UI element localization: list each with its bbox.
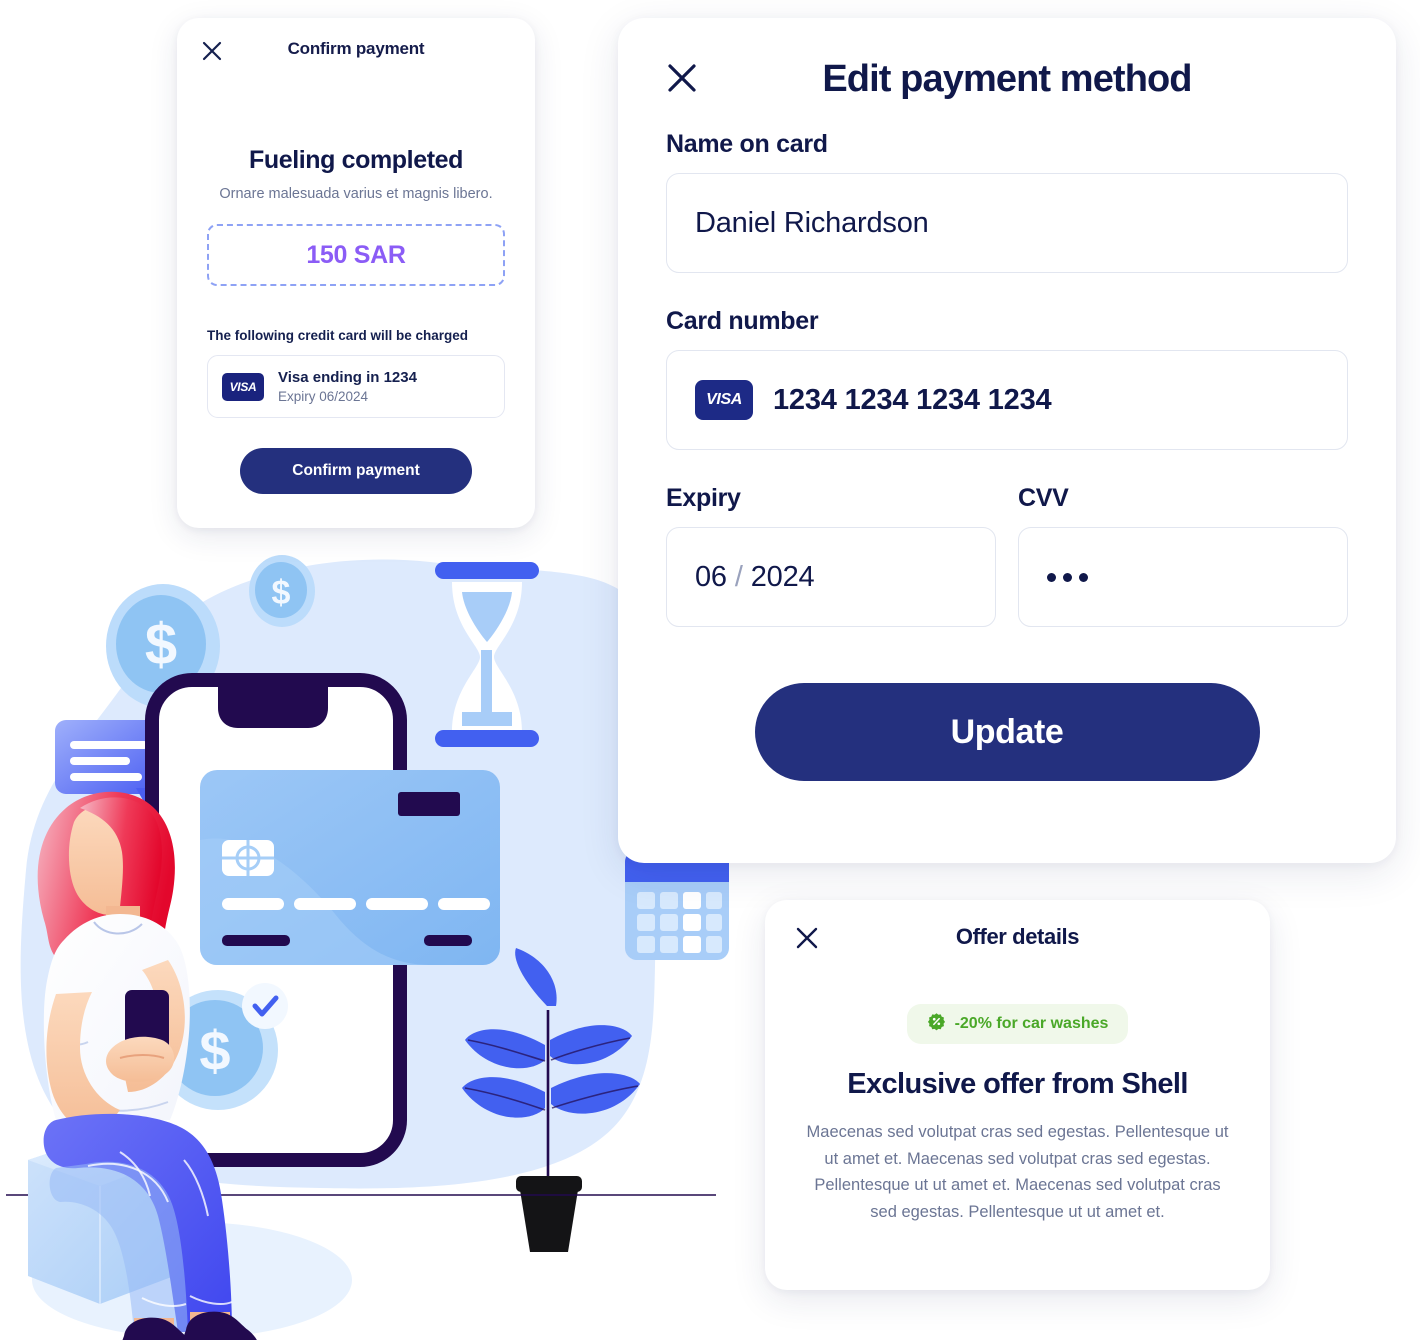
cvv-dot [1079,572,1088,582]
expiry-year: 2024 [750,560,815,593]
svg-text:$: $ [272,574,291,612]
confirm-payment-heading: Fueling completed [248,146,464,174]
name-on-card-value: Daniel Richardson [695,206,929,239]
saved-card-expiry: Expiry 06/2024 [278,389,369,404]
screen-root: $ $ $ Confirm payment Fueling completed … [0,0,1420,1340]
name-on-card-input[interactable]: Daniel Richardson [666,173,1348,273]
edit-payment-form: Name on card Daniel Richardson Card numb… [618,130,1396,781]
amount-display: 150 SAR [207,224,505,286]
offer-details-body-text: Maecenas sed volutpat cras sed egestas. … [806,1123,1229,1222]
edit-payment-header: Edit payment method [618,18,1396,130]
expiry-separator: / [734,560,743,593]
update-button[interactable]: Update [754,683,1260,781]
name-on-card-label: Name on card [666,130,828,158]
svg-text:$: $ [199,1019,230,1082]
name-on-card-field-group: Name on card Daniel Richardson [666,130,1348,273]
cvv-label: CVV [1018,484,1069,512]
expiry-label: Expiry [666,484,741,512]
cvv-masked-value [1047,572,1088,582]
cvv-dot [1047,572,1056,582]
visa-logo-icon: VISA [222,372,264,401]
edit-payment-method-dialog: Edit payment method Name on card Daniel … [618,18,1396,863]
discount-percent-icon [927,1012,946,1036]
card-number-label: Card number [666,307,819,335]
amount-value: 150 SAR [306,240,406,269]
expiry-cvv-row: Expiry 06/2024 CVV [666,484,1348,627]
expiry-field-group: Expiry 06/2024 [666,484,996,627]
confirm-payment-body: Fueling completed Ornare malesuada variu… [177,80,535,494]
visa-logo-icon: VISA [695,380,753,420]
visa-logo-text: VISA [706,391,742,408]
card-number-value: 1234 1234 1234 1234 [773,383,1052,416]
confirm-payment-title: Confirm payment [287,39,425,58]
offer-details-dialog: Offer details -20% for car washes Exclus… [765,900,1270,1290]
expiry-input[interactable]: 06/2024 [666,527,996,627]
expiry-value: 06/2024 [695,560,815,594]
confirm-payment-dialog: Confirm payment Fueling completed Ornare… [177,18,535,528]
status-badge: -20% for car washes [906,1004,1129,1044]
saved-card-primary: Visa ending in 1234 [278,369,417,386]
card-chip-icon [222,840,274,876]
edit-payment-title: Edit payment method [822,58,1192,100]
cvv-input[interactable] [1018,527,1348,627]
dollar-coin-small-icon: $ [249,555,315,627]
expiry-month: 06 [695,560,727,593]
card-number-input[interactable]: VISA 1234 1234 1234 1234 [666,350,1348,450]
offer-details-title: Offer details [955,924,1080,949]
saved-card-text: Visa ending in 1234 Expiry 06/2024 [278,369,417,404]
confirm-payment-button[interactable]: Confirm payment [240,448,472,494]
cvv-field-group: CVV [1018,484,1348,627]
svg-text:$: $ [145,612,177,677]
offer-details-heading: Exclusive offer from Shell [847,1068,1188,1100]
cvv-dot [1063,572,1072,582]
offer-badge-text: -20% for car washes [954,1015,1109,1032]
credit-card-icon [200,770,500,965]
saved-card-row[interactable]: VISA Visa ending in 1234 Expiry 06/2024 [207,355,505,418]
offer-details-body: -20% for car washes Exclusive offer from… [765,972,1270,1226]
visa-logo-text: VISA [229,379,257,394]
card-number-field-group: Card number VISA 1234 1234 1234 1234 [666,307,1348,450]
confirm-payment-header: Confirm payment [177,18,535,80]
confirm-payment-subtitle: Ornare malesuada varius et magnis libero… [219,186,493,202]
offer-details-header: Offer details [765,900,1270,972]
charged-card-label: The following credit card will be charge… [207,328,469,343]
